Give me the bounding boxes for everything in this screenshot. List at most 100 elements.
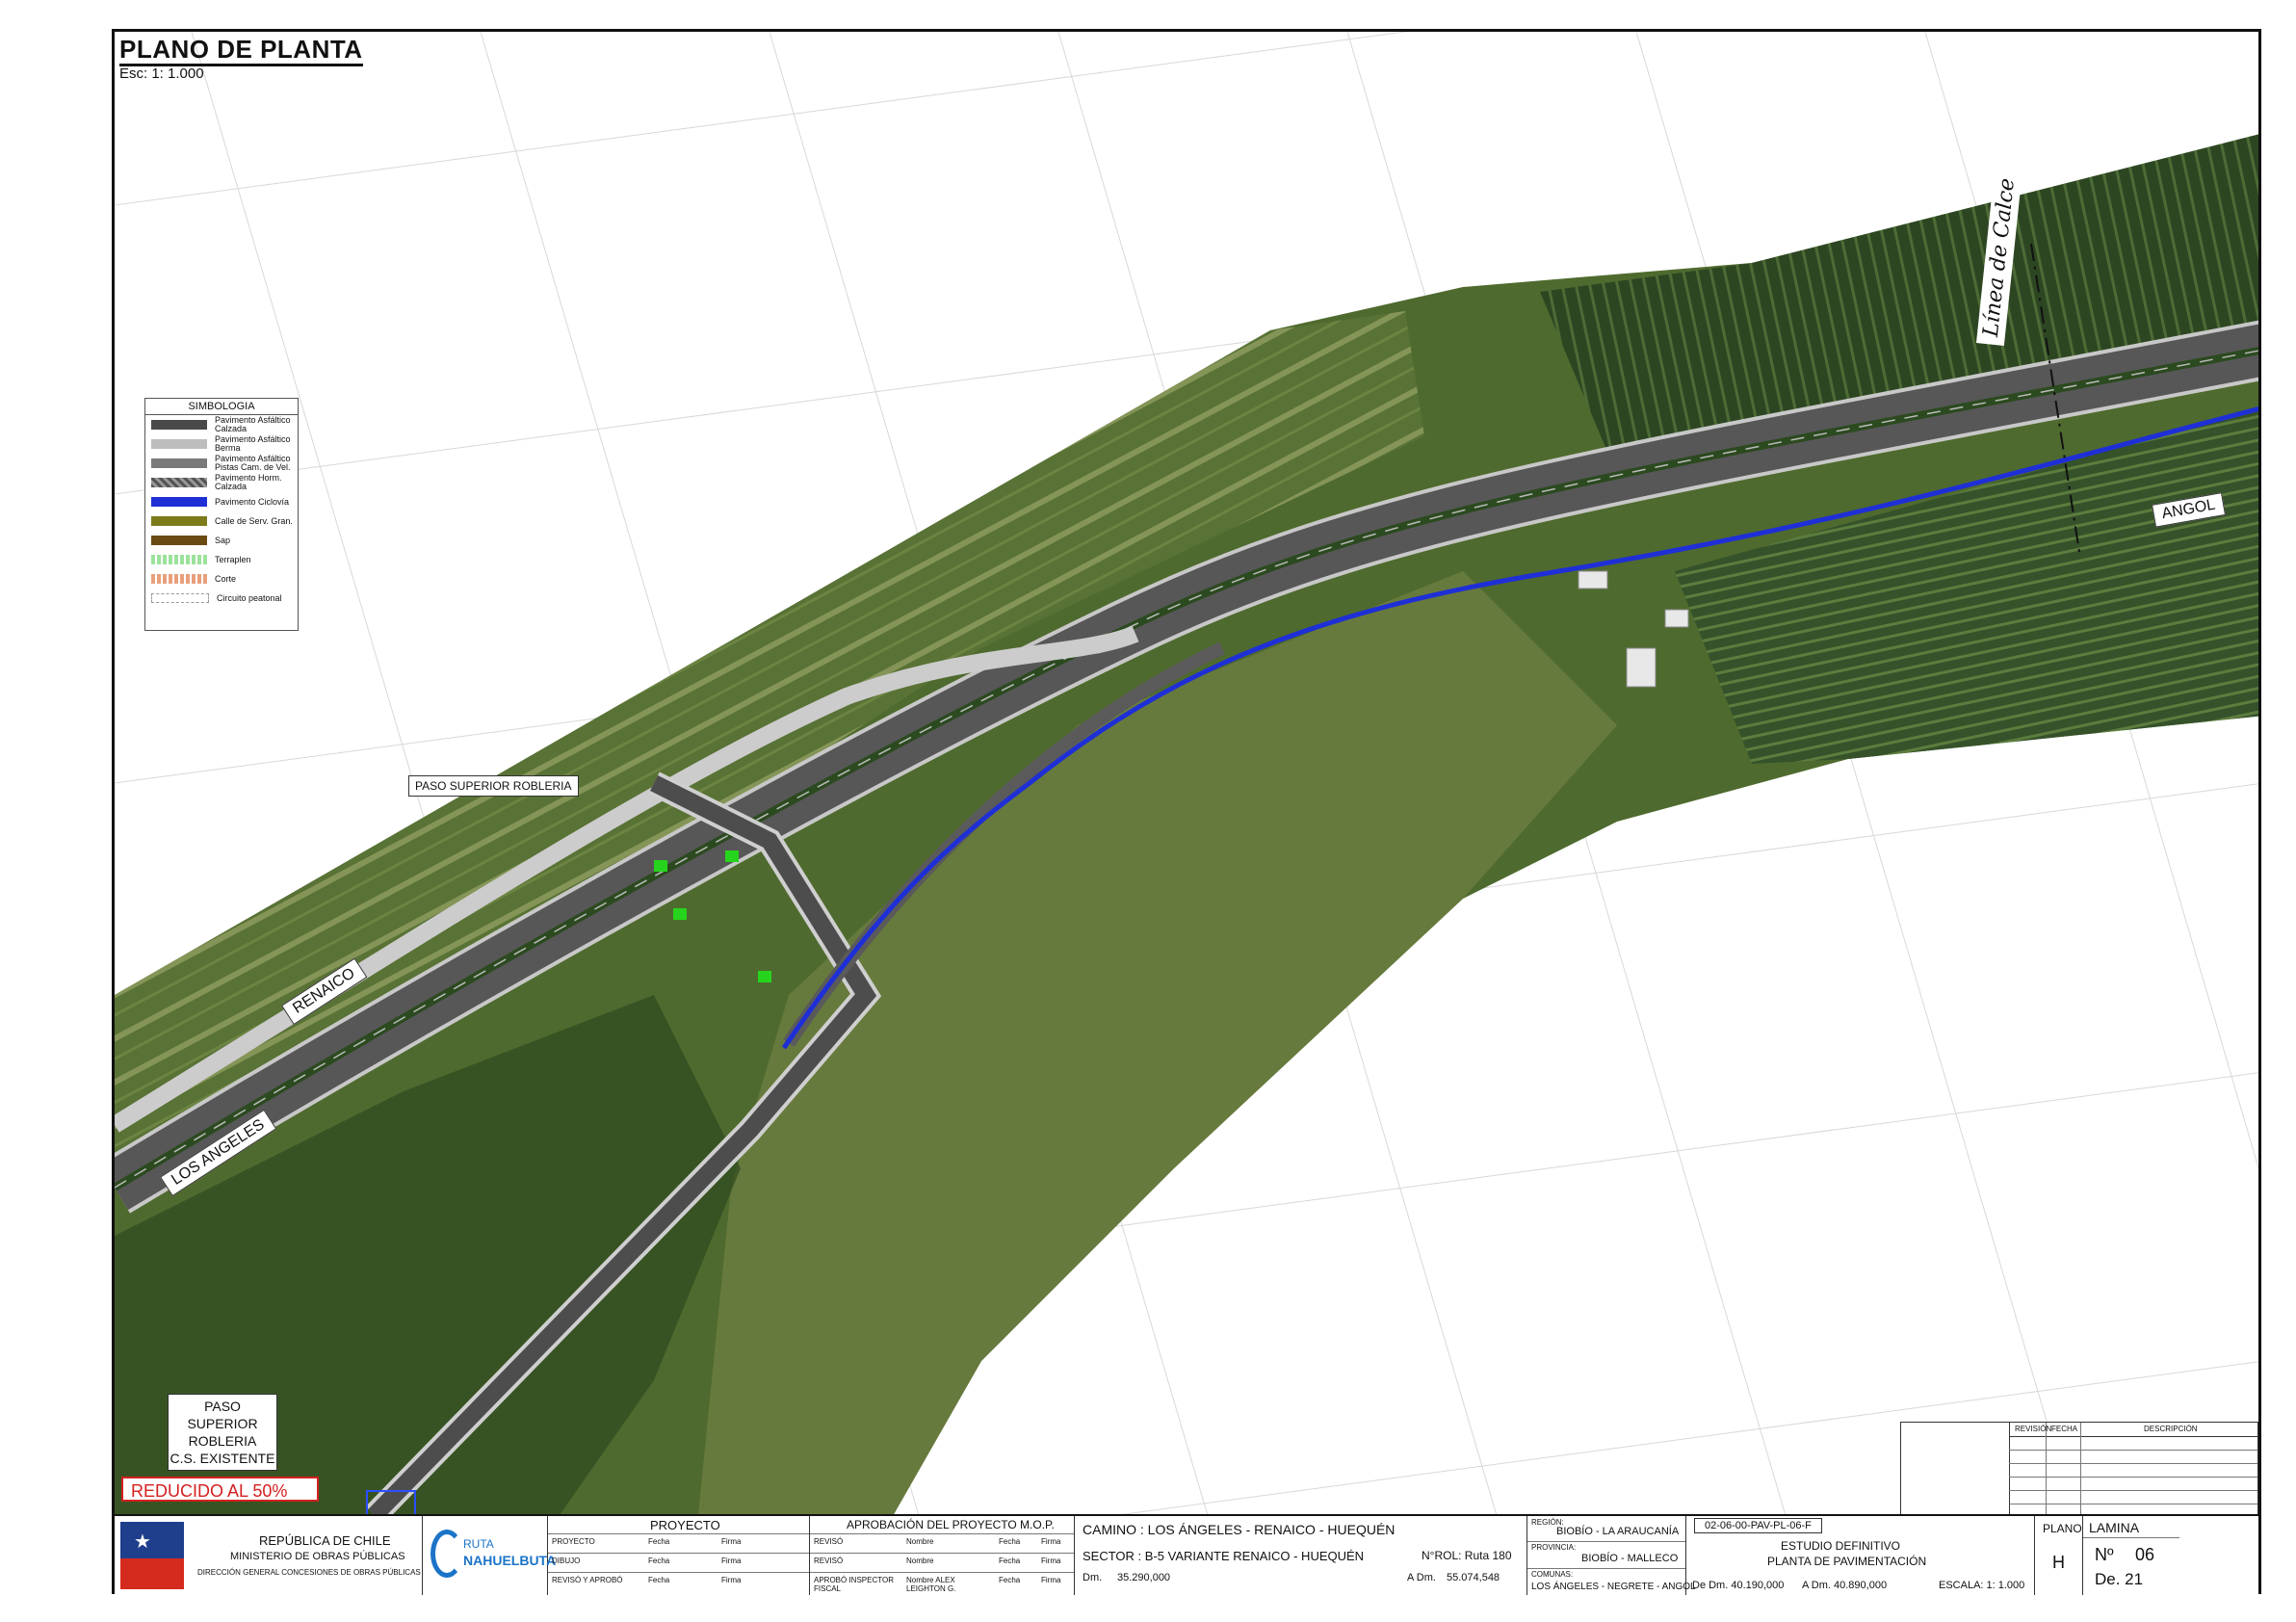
proyecto-row: PROYECTO	[552, 1537, 595, 1546]
legend-label: Calle de Serv. Gran.	[215, 515, 293, 526]
lamina-label: LAMINA	[2089, 1520, 2140, 1535]
firma-label: Firma	[721, 1537, 742, 1546]
rol-text: N°ROL: Ruta 180	[1422, 1549, 1512, 1562]
gov-line: DIRECCIÓN GENERAL CONCESIONES DE OBRAS P…	[197, 1568, 421, 1577]
fecha-label: Fecha	[648, 1576, 670, 1584]
proyecto-row: REVISÓ Y APROBÓ	[552, 1576, 623, 1584]
plano-value: H	[2052, 1553, 2065, 1572]
plano-label: PLANO	[2043, 1522, 2082, 1535]
legend-item: Pavimento Ciclovía	[145, 492, 298, 511]
legend-swatch	[151, 536, 207, 545]
scale-label: Esc: 1: 1.000	[119, 65, 204, 82]
aprobacion-header: APROBACIÓN DEL PROYECTO M.O.P.	[847, 1518, 1055, 1531]
de-dm: De Dm. 40.190,000	[1692, 1580, 1785, 1591]
nombre-label: Nombre	[906, 1537, 934, 1546]
legend-swatch	[151, 555, 207, 564]
page-title: PLANO DE PLANTA	[119, 35, 363, 66]
legend-swatch	[151, 439, 207, 449]
lamina-cell: LAMINA Nº 06 De. 21	[2083, 1516, 2258, 1595]
legend-item: Terraplen	[145, 550, 298, 569]
estudio-text: ESTUDIO DEFINITIVO	[1781, 1539, 1901, 1553]
legend-item: Sap	[145, 531, 298, 550]
provincia-value: BIOBÍO - MALLECO	[1581, 1553, 1679, 1564]
legend-item: Circuito peatonal	[145, 589, 298, 608]
legend-swatch	[151, 516, 207, 526]
firma-label: Firma	[1041, 1576, 1061, 1584]
reduced-stamp: REDUCIDO AL 50%	[121, 1477, 319, 1502]
drawing-sheet	[112, 29, 2261, 1594]
fecha-label: Fecha	[999, 1537, 1021, 1546]
fecha-label: Fecha	[999, 1576, 1021, 1584]
legend-heading: SIMBOLOGIA	[145, 399, 298, 415]
revision-col: FECHA	[2051, 1425, 2078, 1433]
legend-swatch	[151, 574, 207, 584]
plano-cell: PLANO H	[2035, 1516, 2083, 1595]
legend-label: Sap	[215, 535, 231, 545]
provincia-label: PROVINCIA:	[1531, 1543, 1577, 1552]
fecha-label: Fecha	[648, 1537, 670, 1546]
existing-line: PASO SUPERIOR	[187, 1399, 258, 1431]
comunas-label: COMUNAS:	[1531, 1570, 1574, 1579]
aprobacion-row: REVISÓ	[814, 1557, 844, 1565]
estudio-cell: 02-06-00-PAV-PL-06-F ESTUDIO DEFINITIVO …	[1686, 1516, 2035, 1595]
legend-label: Circuito peatonal	[217, 592, 282, 603]
legend-item: Pavimento Asfáltico Pistas Cam. de Vel.	[145, 454, 298, 473]
legend-label: Pavimento Asfáltico Pistas Cam. de Vel.	[215, 454, 291, 472]
region-value: BIOBÍO - LA ARAUCANÍA	[1556, 1526, 1680, 1537]
existing-line: C.S. EXISTENTE	[170, 1451, 275, 1466]
logo-cell: RUTA NAHUELBUTA	[423, 1516, 556, 1595]
ruta-logo-icon	[430, 1530, 463, 1578]
title-block: ★ REPÚBLICA DE CHILE MINISTERIO DE OBRAS…	[115, 1514, 2258, 1595]
nombre-label: Nombre ALEX LEIGHTON G.	[906, 1576, 956, 1593]
firma-label: Firma	[1041, 1557, 1061, 1565]
dm-value: 35.290,000	[1117, 1572, 1171, 1583]
firma-label: Firma	[1041, 1537, 1061, 1546]
legend-item: Pavimento Asfáltico Berma	[145, 434, 298, 454]
adm-value: 55.074,548	[1447, 1572, 1500, 1583]
lamina-total: De. 21	[2095, 1570, 2144, 1588]
legend-label: Pavimento Asfáltico Berma	[215, 434, 291, 453]
proyecto-header: PROYECTO	[650, 1518, 720, 1532]
aprobacion-row: APROBÓ INSPECTOR FISCAL	[814, 1576, 894, 1593]
legend-item: Pavimento Horm. Calzada	[145, 473, 298, 492]
legend-label: Pavimento Asfáltico Calzada	[215, 415, 291, 433]
logo-name: NAHUELBUTA	[463, 1553, 557, 1568]
legend-swatch	[151, 478, 207, 487]
legend-swatch	[151, 497, 207, 507]
fecha-label: Fecha	[999, 1557, 1021, 1565]
legend-item: Pavimento Asfáltico Calzada	[145, 415, 298, 434]
plan-code: 02-06-00-PAV-PL-06-F	[1694, 1518, 1822, 1533]
existing-line: ROBLERIA	[188, 1433, 257, 1449]
planta-text: PLANTA DE PAVIMENTACIÓN	[1767, 1555, 1927, 1568]
fecha-label: Fecha	[648, 1557, 670, 1565]
label-paso-superior: PASO SUPERIOR ROBLERIA	[408, 775, 579, 797]
legend-swatch	[151, 458, 207, 468]
firma-label: Firma	[721, 1576, 742, 1584]
legend: SIMBOLOGIA Pavimento Asfáltico Calzada P…	[144, 398, 299, 631]
legend-label: Corte	[215, 573, 237, 584]
region-cell: REGIÓN: BIOBÍO - LA ARAUCANÍA PROVINCIA:…	[1527, 1516, 1696, 1595]
proyecto-cell: PROYECTO PROYECTO DIBUJO REVISÓ Y APROBÓ…	[548, 1516, 810, 1595]
adm-label: A Dm.	[1407, 1572, 1436, 1583]
aprobacion-cell: APROBACIÓN DEL PROYECTO M.O.P. REVISÓ RE…	[810, 1516, 1075, 1595]
legend-item: Corte	[145, 569, 298, 589]
dm-label: Dm.	[1083, 1572, 1103, 1583]
comunas-value: LOS ÁNGELES - NEGRETE - ANGOL	[1531, 1582, 1696, 1592]
camino-cell: CAMINO : LOS ÁNGELES - RENAICO - HUEQUÉN…	[1075, 1516, 1527, 1595]
legend-swatch	[151, 593, 209, 603]
chile-flag-logo: ★	[120, 1522, 184, 1589]
legend-label: Terraplen	[215, 554, 251, 564]
revision-col: DESCRIPCIÓN	[2144, 1425, 2198, 1433]
gov-line: MINISTERIO DE OBRAS PÚBLICAS	[230, 1551, 405, 1562]
label-existing-structure: PASO SUPERIOR ROBLERIA C.S. EXISTENTE	[168, 1394, 277, 1471]
lamina-no: Nº	[2095, 1545, 2114, 1564]
legend-item: Calle de Serv. Gran.	[145, 511, 298, 531]
aerial-plan-map	[115, 32, 2258, 1591]
gov-line: REPÚBLICA DE CHILE	[259, 1533, 391, 1548]
lamina-value: 06	[2135, 1545, 2155, 1564]
aprobacion-row: REVISÓ	[814, 1537, 844, 1546]
nombre-label: Nombre	[906, 1557, 934, 1565]
logo-text: RUTA	[463, 1537, 494, 1551]
firma-label: Firma	[721, 1557, 742, 1565]
escala: ESCALA: 1: 1.000	[1939, 1580, 2025, 1591]
